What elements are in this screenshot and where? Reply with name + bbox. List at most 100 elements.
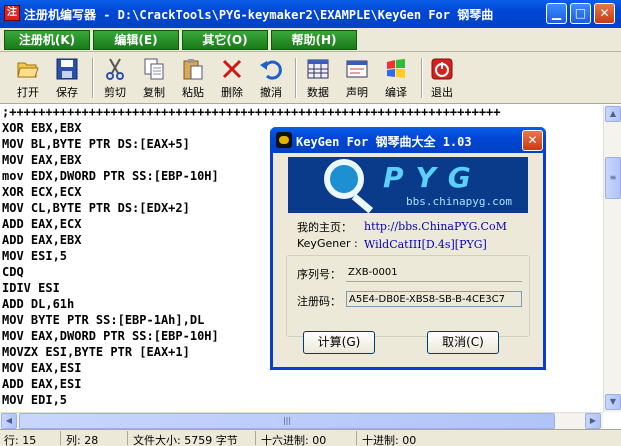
cut-label: 剪切 (104, 86, 126, 99)
code-line: MOVZX ESI,BYTE PTR [EAX+1] (2, 345, 190, 359)
homepage-label: 我的主页： (297, 221, 352, 234)
scroll-up-button[interactable]: ▲ (605, 106, 621, 122)
status-bar: 行: 15 列: 28 文件大小: 5759 字节 十六进制: 00 十进制: … (0, 429, 621, 446)
scroll-left-button[interactable]: ◀ (1, 413, 17, 429)
minimize-button[interactable]: ▁ (546, 3, 567, 24)
code-line: MOV EAX,ESI (2, 361, 82, 375)
declaration-button[interactable]: 声明 (339, 55, 375, 101)
code-line: mov EDX,DWORD PTR SS:[EBP-10H] (2, 169, 219, 183)
status-hex: 十六进制: 00 (261, 434, 327, 446)
copy-icon (144, 58, 164, 80)
open-label: 打开 (17, 86, 39, 99)
paste-label: 粘贴 (182, 86, 204, 99)
title-bar: 注 注册机编写器 - D:\CrackTools\PYG-keymaker2\E… (0, 0, 621, 28)
paste-icon (183, 59, 203, 80)
banner-logo-text: PYG (383, 161, 483, 194)
status-divider (255, 431, 256, 445)
exit-icon (431, 58, 453, 80)
cut-scissors-icon (106, 58, 124, 80)
code-line: MOV BL,BYTE PTR DS:[EAX+5] (2, 137, 190, 151)
banner-url: bbs.chinapyg.com (406, 195, 512, 208)
menu-other[interactable]: 其它(O) (182, 30, 268, 50)
toolbar-separator (421, 58, 423, 98)
code-line: MOV EAX,EBX (2, 153, 82, 167)
status-divider (127, 431, 128, 445)
menu-bar: 注册机(K) 编辑(E) 其它(O) 帮助(H) (0, 28, 621, 52)
menu-keygen[interactable]: 注册机(K) (4, 30, 90, 50)
keygen-dialog: KeyGen For 钢琴曲大全 1.03 ✕ PYG bbs.chinapyg… (270, 127, 546, 370)
status-row: 行: 15 (4, 434, 37, 446)
status-col: 列: 28 (66, 434, 99, 446)
save-label: 保存 (56, 86, 78, 99)
menu-edit[interactable]: 编辑(E) (93, 30, 179, 50)
declaration-label: 声明 (346, 86, 368, 99)
compile-button[interactable]: 编译 (378, 55, 414, 101)
status-divider (60, 431, 61, 445)
code-line: ADD DL,61h (2, 297, 75, 311)
serial-input[interactable]: ZXB-0001 (346, 265, 522, 281)
code-line: XOR EBX,EBX (2, 121, 82, 135)
code-line: ;+++++++++++++++++++++++++++++++++++++++… (2, 105, 501, 119)
regcode-label: 注册码： (297, 295, 341, 308)
window-title: 注册机编写器 - D:\CrackTools\PYG-keymaker2\EXA… (24, 8, 494, 22)
code-line: IDIV ESI (2, 281, 60, 295)
dialog-close-button[interactable]: ✕ (522, 130, 543, 151)
close-button[interactable]: ✕ (594, 3, 615, 24)
save-disk-icon (56, 58, 78, 80)
delete-button[interactable]: 删除 (214, 55, 250, 101)
data-label: 数据 (307, 86, 329, 99)
code-line: MOV EDI,5 (2, 393, 68, 407)
horizontal-scrollbar[interactable]: ◀ ||| ▶ (0, 412, 603, 429)
keygener-value: WildCatIII[D.4s][PYG] (364, 238, 487, 251)
cancel-button[interactable]: 取消(C) (427, 331, 499, 354)
paste-button[interactable]: 粘贴 (175, 55, 211, 101)
code-line: CDQ (2, 265, 24, 279)
undo-button[interactable]: 撤消 (253, 55, 289, 101)
h-scroll-thumb[interactable]: ||| (19, 413, 555, 429)
copy-button[interactable]: 复制 (136, 55, 172, 101)
code-line: MOV ESI,5 (2, 249, 68, 263)
serial-label: 序列号： (297, 268, 341, 281)
calculate-button[interactable]: 计算(G) (303, 331, 375, 354)
toolbar: 打开 保存 剪切 复制 粘贴 删除 撤消 数据 声明 编译 退出 (0, 52, 621, 104)
dialog-body: PYG bbs.chinapyg.com 我的主页： http://bbs.Ch… (273, 153, 543, 367)
data-button[interactable]: 数据 (300, 55, 336, 101)
undo-label: 撤消 (260, 86, 282, 99)
delete-label: 删除 (221, 86, 243, 99)
code-line: ADD EAX,ECX (2, 217, 82, 231)
regcode-input[interactable]: A5E4-DB0E-XBS8-SB-B-4CE3C7 (346, 291, 522, 307)
magnifier-icon (324, 159, 364, 199)
code-line: MOV BYTE PTR SS:[EBP-1Ah],DL (2, 313, 205, 327)
compile-icon (387, 59, 405, 78)
pyg-banner-image: PYG bbs.chinapyg.com (288, 157, 528, 213)
code-line: MOV EAX,DWORD PTR SS:[EBP-10H] (2, 329, 219, 343)
dialog-title-bar: KeyGen For 钢琴曲大全 1.03 ✕ (270, 127, 546, 153)
scroll-down-button[interactable]: ▼ (605, 394, 621, 410)
exit-button[interactable]: 退出 (424, 55, 460, 101)
vertical-scrollbar[interactable]: ▲ ≡ ▼ (603, 105, 621, 412)
serial-underline (346, 281, 522, 282)
toolbar-separator (92, 58, 94, 98)
keygener-label: KeyGener : (297, 237, 358, 250)
menu-help[interactable]: 帮助(H) (271, 30, 357, 50)
save-button[interactable]: 保存 (49, 55, 85, 101)
compile-label: 编译 (385, 86, 407, 99)
cut-button[interactable]: 剪切 (97, 55, 133, 101)
maximize-button[interactable]: □ (570, 3, 591, 24)
dialog-app-icon (276, 132, 292, 148)
open-folder-icon (17, 62, 39, 78)
dialog-title: KeyGen For 钢琴曲大全 1.03 (296, 135, 472, 149)
status-dec: 十进制: 00 (362, 434, 417, 446)
toolbar-separator (295, 58, 297, 98)
code-line: XOR ECX,ECX (2, 185, 82, 199)
code-line: ADD EAX,ESI (2, 377, 82, 391)
scroll-right-button[interactable]: ▶ (585, 413, 601, 429)
undo-icon (260, 60, 282, 80)
magnifier-handle (351, 193, 374, 213)
scroll-thumb[interactable]: ≡ (605, 157, 621, 199)
declaration-icon (346, 60, 368, 78)
homepage-link[interactable]: http://bbs.ChinaPYG.CoM (364, 220, 507, 233)
open-button[interactable]: 打开 (10, 55, 46, 101)
app-icon: 注 (4, 5, 20, 21)
copy-label: 复制 (143, 86, 165, 99)
